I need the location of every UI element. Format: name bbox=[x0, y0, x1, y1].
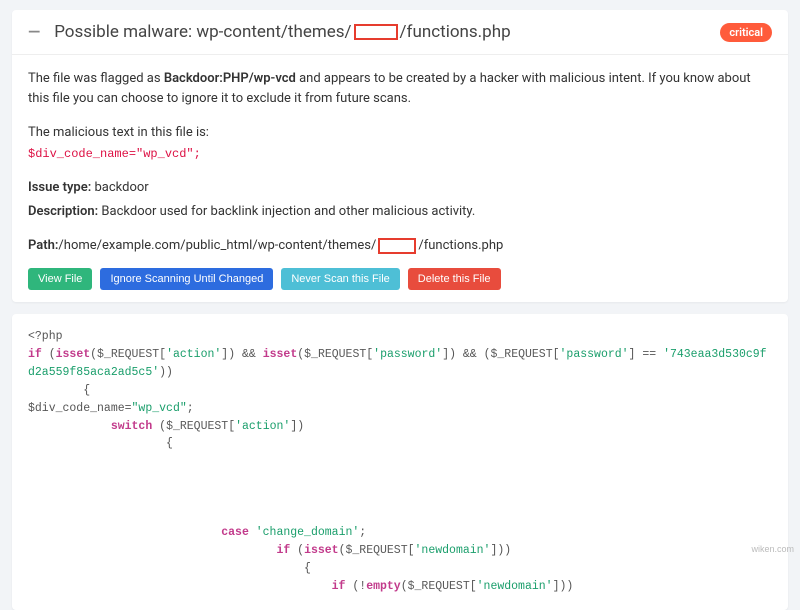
scan-result-card: — Possible malware: wp-content/themes/ /… bbox=[12, 10, 788, 302]
title-text-pre: Possible malware: wp-content/themes/ bbox=[54, 22, 351, 42]
code-preview: <?php if (isset($_REQUEST['action']) && … bbox=[12, 314, 788, 609]
issue-type-row: Issue type: backdoor bbox=[28, 178, 772, 198]
malicious-text-label: The malicious text in this file is: bbox=[28, 123, 772, 143]
redacted-path-segment bbox=[378, 238, 416, 254]
delete-file-button[interactable]: Delete this File bbox=[408, 268, 501, 290]
flag-description: The file was flagged as Backdoor:PHP/wp-… bbox=[28, 69, 772, 109]
ignore-button[interactable]: Ignore Scanning Until Changed bbox=[100, 268, 273, 290]
redacted-theme-name bbox=[354, 24, 398, 40]
card-title: Possible malware: wp-content/themes/ /fu… bbox=[54, 22, 720, 42]
description-row: Description: Backdoor used for backlink … bbox=[28, 202, 772, 222]
watermark: wiken.com bbox=[751, 544, 794, 554]
collapse-icon[interactable]: — bbox=[28, 24, 40, 40]
card-body: The file was flagged as Backdoor:PHP/wp-… bbox=[12, 55, 788, 302]
never-scan-button[interactable]: Never Scan this File bbox=[281, 268, 399, 290]
card-header: — Possible malware: wp-content/themes/ /… bbox=[12, 10, 788, 55]
file-path-row: Path: /home/example.com/public_html/wp-c… bbox=[28, 236, 772, 256]
malicious-text-code: $div_code_name="wp_vcd"; bbox=[28, 145, 772, 164]
action-buttons: View File Ignore Scanning Until Changed … bbox=[28, 268, 772, 290]
flag-name: Backdoor:PHP/wp-vcd bbox=[164, 71, 296, 86]
severity-badge: critical bbox=[720, 23, 772, 42]
view-file-button[interactable]: View File bbox=[28, 268, 92, 290]
title-text-post: /functions.php bbox=[400, 22, 511, 42]
